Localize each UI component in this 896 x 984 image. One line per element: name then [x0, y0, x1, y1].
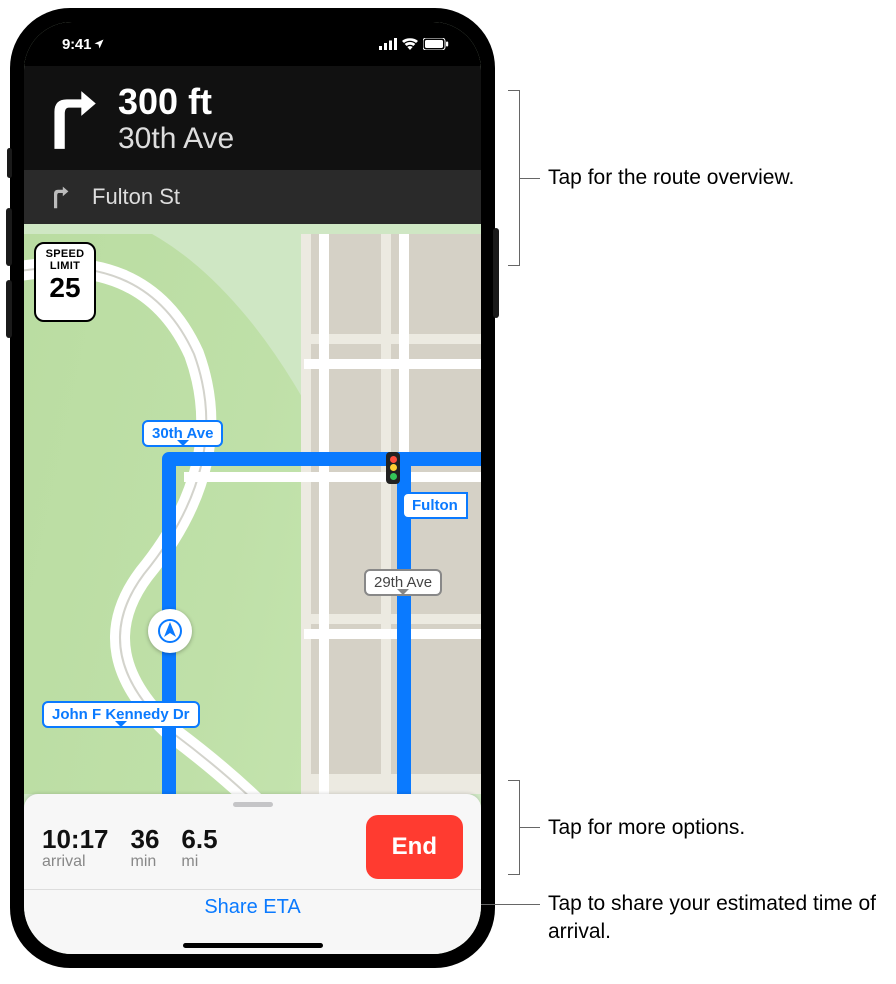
battery-icon: [423, 38, 449, 50]
volume-down-button: [6, 280, 12, 338]
status-time-text: 9:41: [62, 36, 91, 53]
share-eta-button[interactable]: Share ETA: [24, 889, 481, 929]
map-view[interactable]: SPEED LIMIT 25 30th Ave Fulton 29th Ave …: [24, 234, 481, 794]
wifi-icon: [402, 38, 418, 50]
traffic-light-icon: [386, 452, 400, 484]
speed-limit-value: 25: [36, 274, 94, 302]
distance-label: mi: [181, 853, 217, 871]
direction-secondary-road: Fulton St: [92, 184, 180, 210]
arrival-time: 10:17: [42, 824, 109, 855]
route-label-30th-ave: 30th Ave: [142, 420, 223, 447]
home-indicator[interactable]: [183, 943, 323, 948]
direction-distance: 300 ft: [118, 84, 234, 120]
duration-stat: 36 min: [131, 824, 160, 871]
ring-silent-switch: [7, 148, 12, 178]
side-button: [493, 228, 499, 318]
street-label-jfk: John F Kennedy Dr: [42, 701, 200, 728]
route-label-fulton: Fulton: [402, 492, 468, 519]
notch: [148, 22, 358, 50]
arrival-label: arrival: [42, 853, 109, 871]
route-status-card[interactable]: 10:17 arrival 36 min 6.5 mi End Share ET…: [24, 794, 481, 954]
callout-bracket-options: [508, 780, 520, 875]
callout-bracket-overview: [508, 90, 520, 266]
callout-leader-overview: [520, 178, 540, 179]
distance-value: 6.5: [181, 824, 217, 855]
speed-limit-label-mid: LIMIT: [36, 260, 94, 272]
turn-right-icon: [46, 89, 98, 151]
drag-handle[interactable]: [233, 802, 273, 807]
speed-limit-sign: SPEED LIMIT 25: [34, 242, 96, 322]
callout-options: Tap for more options.: [548, 814, 745, 842]
status-icons: [379, 38, 449, 50]
direction-secondary[interactable]: Fulton St: [24, 170, 481, 224]
turn-right-small-icon: [50, 185, 70, 209]
cellular-icon: [379, 38, 397, 50]
phone-frame: 9:41: [10, 8, 495, 968]
duration-label: min: [131, 853, 160, 871]
location-services-icon: [93, 38, 105, 50]
street-label-29th-ave: 29th Ave: [364, 569, 442, 596]
direction-road: 30th Ave: [118, 122, 234, 156]
direction-primary[interactable]: 300 ft 30th Ave: [24, 66, 481, 170]
distance-stat: 6.5 mi: [181, 824, 217, 871]
callout-overview: Tap for the route overview.: [548, 164, 794, 192]
directions-banner[interactable]: 300 ft 30th Ave Fulton St: [24, 66, 481, 224]
status-time: 9:41: [62, 36, 105, 53]
duration-value: 36: [131, 824, 160, 855]
callout-share: Tap to share your estimated time of arri…: [548, 890, 896, 947]
arrival-stat: 10:17 arrival: [42, 824, 109, 871]
volume-up-button: [6, 208, 12, 266]
current-location-marker: [148, 609, 192, 653]
speed-limit-label-top: SPEED: [36, 248, 94, 260]
end-route-button[interactable]: End: [366, 815, 463, 879]
callout-leader-options: [520, 827, 540, 828]
